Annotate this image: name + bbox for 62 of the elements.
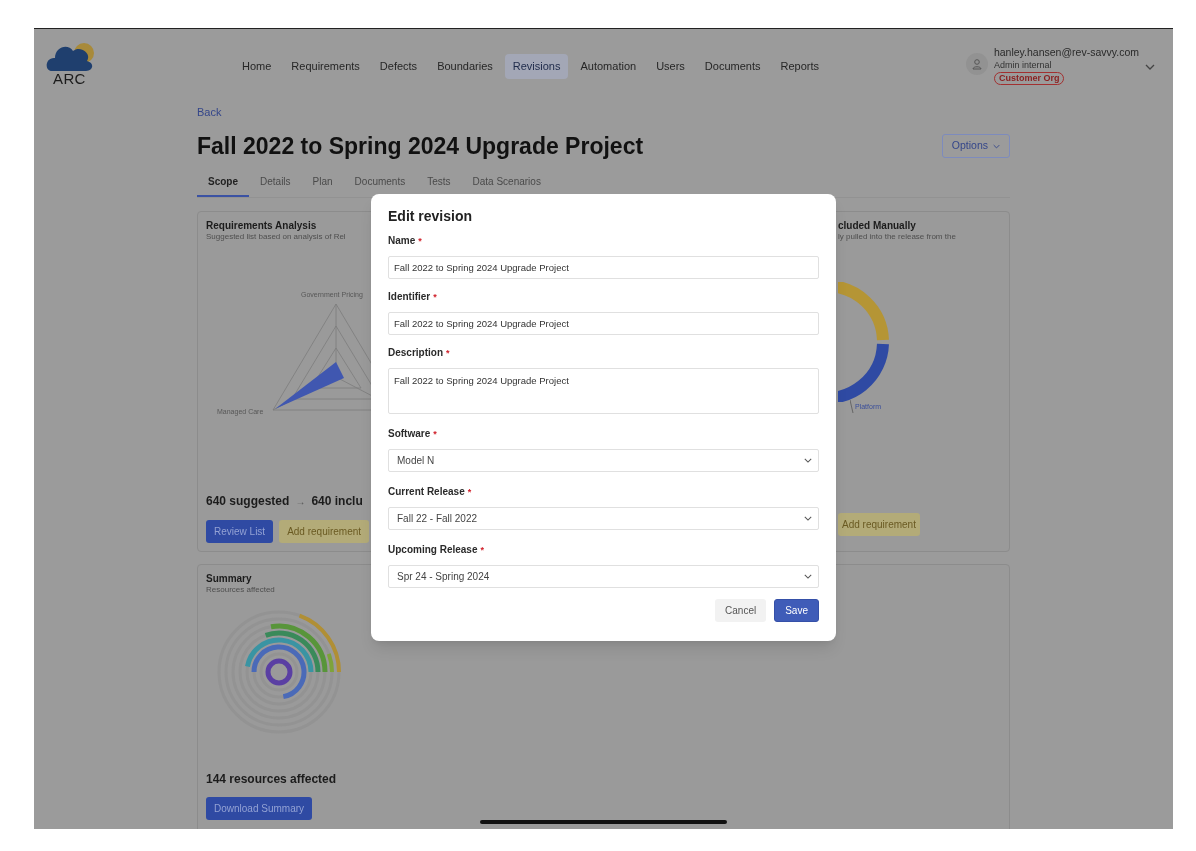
select-field[interactable]: Model N (388, 449, 819, 472)
tab[interactable]: Data Scenarios (461, 177, 552, 197)
nav-link[interactable]: Documents (696, 54, 769, 79)
card-title: cluded Manually (838, 220, 916, 232)
required-mark: * (433, 291, 437, 303)
dropdown-caret-icon (1145, 64, 1155, 70)
field-label: Identifier (388, 291, 431, 303)
resources-total: 144 resources affected (206, 771, 337, 788)
nav-link[interactable]: Reports (772, 54, 828, 79)
chevron-down-icon (804, 458, 812, 463)
avatar-icon[interactable] (965, 53, 988, 75)
logo-text: ARC (53, 71, 86, 86)
dialog-title: Edit revision (388, 208, 473, 225)
page-title: Fall 2022 to Spring 2024 Upgrade Project (197, 134, 644, 158)
chevron-down-icon (804, 574, 812, 579)
review-list-button[interactable]: Review List (206, 520, 274, 543)
included-count: 640 inclu (311, 493, 363, 510)
text-field[interactable]: Fall 2022 to Spring 2024 Upgrade Project (388, 312, 819, 335)
nav-link[interactable]: Defects (371, 54, 426, 79)
required-mark: * (467, 486, 472, 498)
required-mark: * (480, 544, 484, 556)
tab[interactable]: Tests (416, 177, 462, 197)
suggested-count: 640 suggested (206, 493, 290, 510)
field-label: Description (388, 347, 443, 359)
tab[interactable]: Documents (343, 177, 417, 197)
options-button[interactable]: Options (941, 134, 1010, 158)
arrow-glyph: → (295, 494, 306, 509)
save-button[interactable]: Save (774, 599, 819, 622)
tab[interactable]: Plan (301, 177, 344, 197)
add-requirement-button[interactable]: Add requirement (279, 520, 370, 543)
select-field[interactable]: Spr 24 - Spring 2024 (388, 565, 819, 588)
chevron-down-icon (804, 516, 812, 521)
card-subtitle: Resources affected (206, 585, 275, 595)
field-label: Upcoming Release (388, 544, 478, 556)
select-field[interactable]: Fall 22 - Fall 2022 (388, 507, 819, 530)
nav-link[interactable]: Automation (572, 54, 645, 79)
back-link[interactable]: Back (197, 107, 222, 118)
card-subtitle: ly pulled into the release from the (838, 232, 956, 242)
required-mark: * (433, 428, 437, 440)
download-summary-button[interactable]: Download Summary (206, 797, 313, 820)
nav-link[interactable]: Home (234, 54, 280, 79)
nav-link[interactable]: Requirements (283, 54, 368, 79)
nav-link[interactable]: Users (648, 54, 693, 79)
required-mark: * (418, 235, 422, 247)
field-label: Software (388, 428, 431, 440)
field-label: Current Release (388, 486, 465, 498)
leader-line (850, 400, 854, 414)
nav-link[interactable]: Revisions (504, 54, 569, 79)
add-requirement-button[interactable]: Add requirement (838, 513, 920, 536)
card-title: Summary (206, 573, 252, 585)
caret-icon (993, 143, 1000, 149)
cancel-button[interactable]: Cancel (715, 599, 767, 622)
text-field[interactable]: Fall 2022 to Spring 2024 Upgrade Project (388, 256, 819, 279)
user-email: hanley.hansen@rev-savvy.com (993, 46, 1139, 59)
card-title: Requirements Analysis (206, 220, 317, 232)
user-role: Admin internal (993, 59, 1052, 71)
tab[interactable]: Scope (197, 177, 249, 197)
nav-link[interactable]: Boundaries (429, 54, 501, 79)
description-field[interactable]: Fall 2022 to Spring 2024 Upgrade Project (388, 368, 819, 414)
tab[interactable]: Details (249, 177, 302, 197)
required-mark: * (446, 347, 450, 359)
field-label: Name (388, 235, 416, 247)
